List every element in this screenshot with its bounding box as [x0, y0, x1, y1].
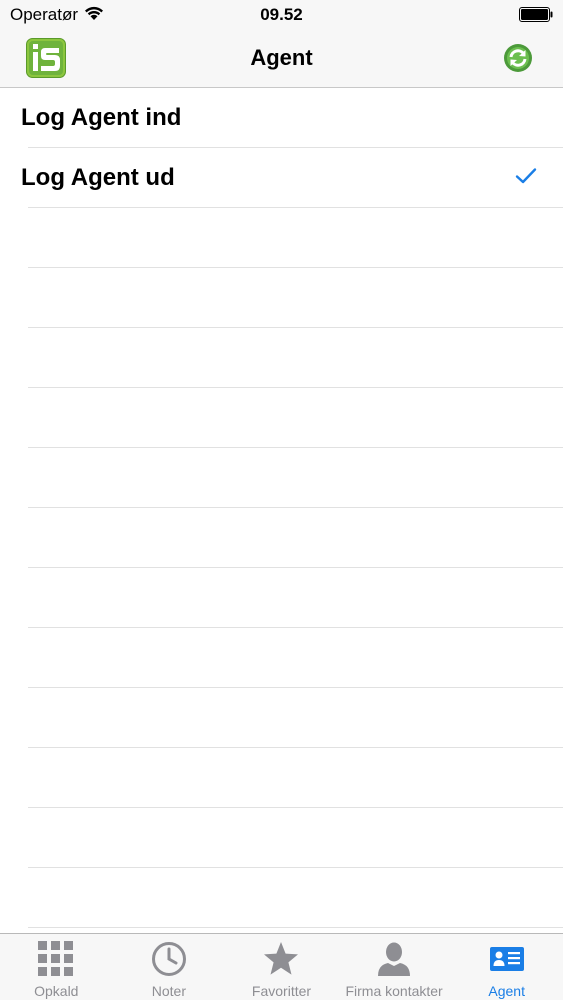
list-item-log-agent-in[interactable]: Log Agent ind [21, 88, 563, 148]
agent-options-list: Log Agent ind Log Agent ud [0, 88, 563, 933]
tab-agent[interactable]: Agent [450, 934, 563, 1000]
empty-row [28, 748, 563, 808]
tab-firma-kontakter[interactable]: Firma kontakter [338, 934, 451, 1000]
empty-row [28, 208, 563, 268]
empty-row [28, 688, 563, 748]
refresh-icon[interactable] [503, 43, 533, 73]
empty-row [28, 628, 563, 688]
list-item-label: Log Agent ud [21, 164, 175, 191]
battery-icon [519, 7, 553, 22]
tab-label: Agent [488, 983, 525, 999]
navigation-bar: Agent [0, 30, 563, 88]
tab-bar: Opkald Noter Favoritter Firma kontakter … [0, 933, 563, 1000]
tab-noter[interactable]: Noter [113, 934, 226, 1000]
list-item-log-agent-out[interactable]: Log Agent ud [21, 148, 563, 208]
person-icon [378, 942, 411, 976]
empty-row [28, 328, 563, 388]
status-bar: Operatør 09.52 [0, 0, 563, 30]
empty-row [28, 388, 563, 448]
page-title: Agent [250, 45, 313, 70]
empty-row [28, 448, 563, 508]
keypad-icon [38, 941, 74, 976]
tab-label: Favoritter [251, 983, 312, 999]
clock: 09.52 [260, 5, 303, 24]
empty-row [28, 268, 563, 328]
empty-row [28, 508, 563, 568]
empty-row [28, 568, 563, 628]
checkmark-icon [515, 168, 537, 184]
clock-icon [151, 942, 186, 976]
tab-label: Firma kontakter [345, 983, 443, 999]
tab-opkald[interactable]: Opkald [0, 934, 113, 1000]
tab-favoritter[interactable]: Favoritter [225, 934, 338, 1000]
list-item-label: Log Agent ind [21, 104, 182, 131]
star-icon [264, 942, 299, 975]
agent-card-icon [489, 947, 524, 971]
empty-row [28, 808, 563, 868]
tab-label: Opkald [34, 983, 79, 999]
tab-label: Noter [151, 983, 186, 999]
empty-row [28, 868, 563, 928]
